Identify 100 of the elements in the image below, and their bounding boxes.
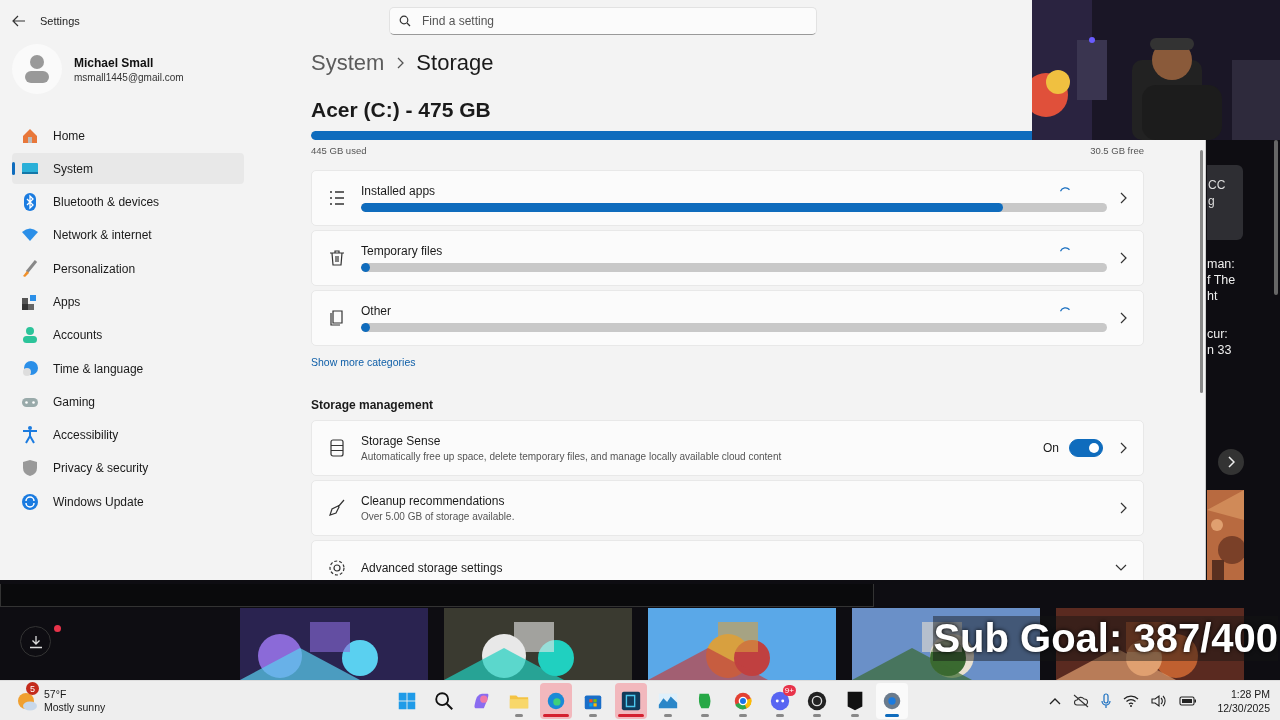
sidebar-item[interactable]: Accessibility <box>12 419 244 451</box>
back-arrow-icon[interactable] <box>12 14 26 28</box>
article-text: f The <box>1207 272 1236 288</box>
category-title: Other <box>361 304 391 318</box>
section-heading: Storage management <box>311 398 435 412</box>
taskbar-app[interactable]: 9+ <box>763 683 796 719</box>
chevron-icon <box>396 57 405 69</box>
update-icon <box>20 491 40 512</box>
card-text: CC <box>1207 177 1227 193</box>
running-indicator <box>543 714 570 717</box>
search-icon <box>433 690 456 712</box>
setting-description: Automatically free up space, delete temporary files, and manage locally available cloud content <box>361 451 782 462</box>
chevron-icon <box>1119 252 1127 264</box>
category-row[interactable]: Temporary files <box>311 230 1144 286</box>
notification-dot <box>54 625 61 632</box>
chevron-icon <box>1119 312 1127 324</box>
drive-title: Acer (C:) - 475 GB <box>311 98 492 122</box>
account-name: Michael Small <box>74 55 155 70</box>
temperature: 57°F <box>44 688 68 701</box>
running-indicator <box>514 714 523 717</box>
running-indicator <box>701 714 710 717</box>
chevron-up-icon[interactable] <box>1049 697 1062 705</box>
list-icon <box>327 188 347 208</box>
search-icon <box>399 15 411 27</box>
chevron-icon <box>1119 192 1127 204</box>
scrollbar[interactable] <box>1274 140 1278 295</box>
chevron-down-icon <box>1115 564 1127 572</box>
spinner-icon <box>1059 305 1071 313</box>
chevron-icon <box>1119 442 1127 454</box>
wifi-icon[interactable] <box>1123 695 1140 707</box>
running-indicator <box>589 714 598 717</box>
show-more-link[interactable]: Show more categories <box>311 356 416 368</box>
scrollbar[interactable] <box>1200 150 1203 393</box>
article-text: n 33 <box>1207 342 1233 358</box>
clock-time[interactable]: 1:28 PM <box>1230 687 1270 701</box>
sidebar-item[interactable]: Apps <box>12 286 244 318</box>
category-row[interactable]: Other <box>311 290 1144 346</box>
person-icon <box>20 325 40 346</box>
sidebar-item[interactable]: System <box>12 153 244 185</box>
window-title: Settings <box>40 15 80 27</box>
setting-title: Advanced storage settings <box>361 561 503 575</box>
running-indicator <box>884 714 899 717</box>
toggle-switch[interactable] <box>1069 439 1103 457</box>
search-field[interactable]: Find a setting <box>389 7 817 35</box>
setting-title: Storage Sense <box>361 434 441 448</box>
article-text: ht <box>1207 288 1219 304</box>
toggle-state-label: On <box>1043 441 1059 455</box>
sidebar-item[interactable]: Bluetooth & devices <box>12 186 244 218</box>
article-text: man: <box>1207 256 1236 272</box>
spinner-icon <box>1059 185 1071 193</box>
sidebar-item[interactable]: Accounts <box>12 319 244 351</box>
card-text: g <box>1207 193 1216 209</box>
battery-icon[interactable] <box>1179 695 1198 707</box>
setting-title: Cleanup recommendations <box>361 494 505 508</box>
next-button[interactable] <box>1218 449 1244 475</box>
volume-icon[interactable] <box>1151 694 1168 708</box>
notification-badge: 5 <box>26 682 39 695</box>
category-title: Temporary files <box>361 244 443 258</box>
trash-icon <box>327 248 347 268</box>
spinner-icon <box>1059 245 1071 253</box>
category-row[interactable]: Installed apps <box>311 170 1144 226</box>
sidebar-item[interactable]: Windows Update <box>12 486 244 518</box>
settings-row[interactable]: Advanced storage settings <box>311 540 1144 580</box>
account-email: msmall1445@gmail.com <box>74 71 184 83</box>
sidebar-item[interactable]: Time & language <box>12 353 244 385</box>
sidebar-item[interactable]: Gaming <box>12 386 244 418</box>
article-text: cur: <box>1207 326 1229 342</box>
chevron-icon <box>1119 502 1127 514</box>
broom-icon <box>327 498 347 518</box>
settings-icon <box>327 558 347 578</box>
used-label: 445 GB used <box>311 145 367 156</box>
microphone-icon[interactable] <box>1101 693 1112 709</box>
sidebar-item[interactable]: Privacy & security <box>12 452 244 484</box>
windows-logo-icon <box>396 690 418 712</box>
settings-row[interactable]: Storage Sense Automatically free up space, delete temporary files, and manage locally available cloud content On <box>311 420 1144 476</box>
free-label: 30.5 GB free <box>1090 145 1144 156</box>
clock-date[interactable]: 12/30/2025 <box>1217 701 1270 715</box>
running-indicator <box>617 714 644 717</box>
sub-goal-overlay: Sub Goal: 387/400 <box>933 616 1278 661</box>
settings-row[interactable]: Cleanup recommendations Over 5.00 GB of storage available. <box>311 480 1144 536</box>
drive-icon <box>327 438 347 458</box>
cloud-off-icon[interactable] <box>1073 694 1090 708</box>
sidebar-item[interactable]: Home <box>12 120 244 151</box>
running-indicator <box>738 714 747 717</box>
page-title: Storage <box>416 50 494 76</box>
breadcrumb-link[interactable]: System <box>311 50 385 76</box>
avatar <box>12 44 62 94</box>
accessibility-icon <box>20 425 40 446</box>
taskbar-app[interactable] <box>614 683 647 719</box>
category-title: Installed apps <box>361 184 436 198</box>
sidebar-item[interactable]: Network & internet <box>12 219 244 251</box>
editor-app-icon <box>619 690 642 712</box>
setting-description: Over 5.00 GB of storage available. <box>361 511 515 522</box>
globe-clock-icon <box>20 358 40 379</box>
chevron-icon <box>1227 456 1235 468</box>
notification-badge: 9+ <box>782 685 796 696</box>
weather-condition: Mostly sunny <box>44 701 106 714</box>
sidebar-item[interactable]: Personalization <box>12 253 244 285</box>
sun-cloud-icon <box>16 690 38 712</box>
brush-icon <box>20 258 40 279</box>
